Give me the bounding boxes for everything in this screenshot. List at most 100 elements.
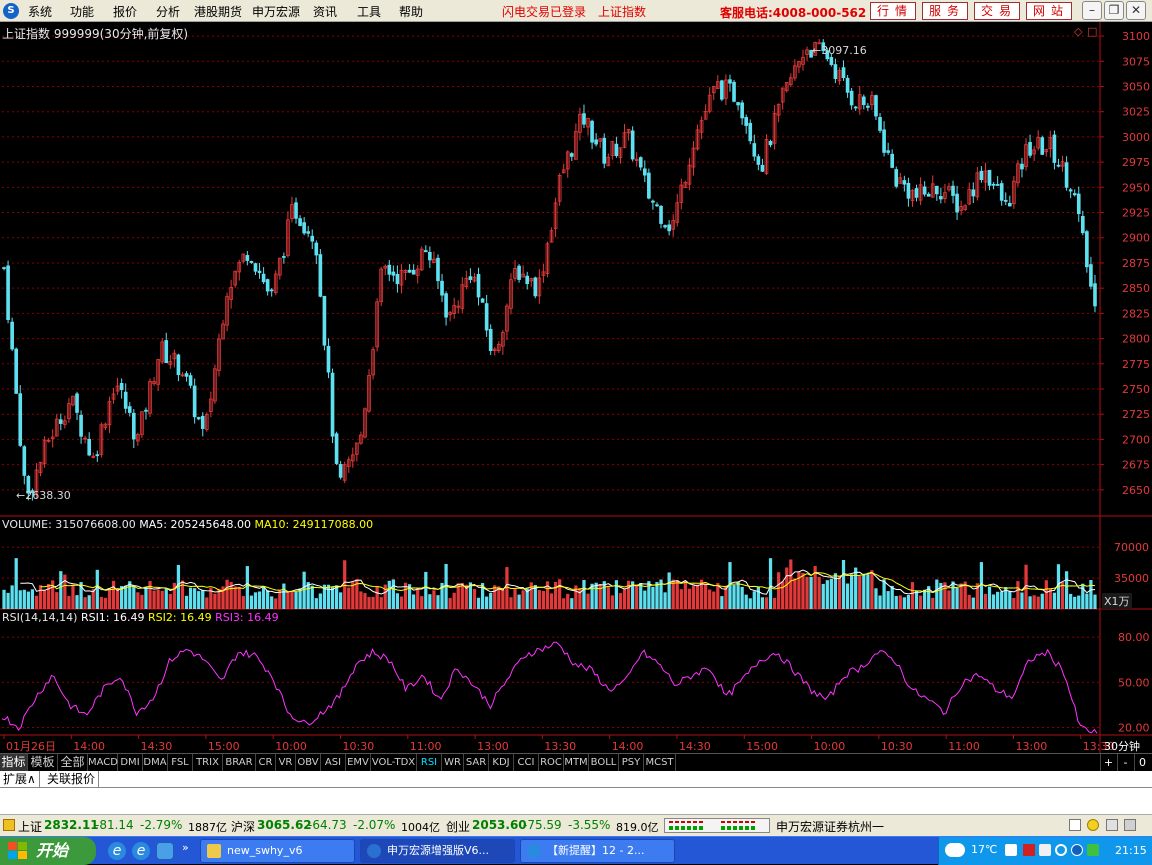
indicator-tab-all[interactable]: 全部 (58, 754, 88, 771)
volume-bar (1093, 594, 1097, 609)
smile-icon[interactable] (1087, 819, 1099, 831)
folder-icon (207, 844, 221, 858)
volume-bar (870, 570, 874, 609)
price-candle-body (630, 130, 635, 160)
tray-app-icon[interactable] (1005, 844, 1017, 856)
diamond-icon[interactable]: ◇ (1074, 25, 1082, 38)
volume-icon[interactable] (1087, 844, 1099, 856)
indicator-tab-mtm[interactable]: MTM (564, 754, 589, 771)
indicator-tab-emv[interactable]: EMV (346, 754, 371, 771)
flash-trade-notice[interactable]: 闪电交易已登录 (502, 3, 586, 20)
volume-bar (1077, 595, 1081, 609)
signal-icon[interactable] (1106, 819, 1118, 831)
volume-bar (910, 582, 915, 609)
indicator-tab-asi[interactable]: ASI (321, 754, 346, 771)
rsi-tick-label: 50.00 (1118, 676, 1150, 689)
price-candle-body (582, 113, 586, 125)
menu-swhy[interactable]: 申万宏源 (252, 3, 300, 20)
trade-button[interactable]: 交易 (974, 2, 1020, 20)
indicator-tab-sar[interactable]: SAR (464, 754, 489, 771)
related-quote-tab[interactable]: 关联报价 (44, 771, 100, 788)
quote-button[interactable]: 行情 (870, 2, 916, 20)
weather-temp[interactable]: 17℃ (971, 843, 997, 856)
menu-info[interactable]: 资讯 (313, 3, 337, 20)
index-cy-name[interactable]: 创业 (446, 818, 470, 835)
app-logo-icon[interactable]: S (3, 3, 19, 19)
indicator-tab-cci[interactable]: CCI (514, 754, 539, 771)
ie-alt-icon[interactable]: e (132, 842, 150, 860)
period-label[interactable]: 30分钟 (1104, 738, 1140, 754)
indicator-tab-dma[interactable]: DMA (143, 754, 168, 771)
chart-area[interactable]: 3100 3075 3050 3025 3000 2975 2950 2925 2900 2875… (0, 22, 1152, 753)
indicator-tab-boll[interactable]: BOLL (589, 754, 619, 771)
menu-analysis[interactable]: 分析 (156, 3, 180, 20)
restore-button[interactable]: ❐ (1104, 1, 1124, 20)
volume-bar (115, 588, 120, 609)
index-hs-name[interactable]: 沪深 (231, 818, 255, 835)
price-candle-body (841, 67, 846, 79)
price-tick-label: 2725 (1122, 408, 1150, 421)
website-button[interactable]: 网站 (1026, 2, 1072, 20)
antivirus-icon[interactable] (1023, 844, 1035, 856)
menu-system[interactable]: 系统 (28, 3, 52, 20)
shield-icon[interactable] (1055, 844, 1067, 856)
task-swhy-app[interactable]: 申万宏源增强版V6... (360, 839, 515, 863)
extend-toggle[interactable]: 扩展∧ (0, 771, 40, 788)
reset-button[interactable]: 0 (1134, 754, 1150, 771)
indicator-tab-roc[interactable]: ROC (539, 754, 564, 771)
chat-icon[interactable] (1039, 844, 1051, 856)
indicator-tab-fsl[interactable]: FSL (168, 754, 193, 771)
indicator-tab-wr[interactable]: WR (442, 754, 464, 771)
menu-hk-futures[interactable]: 港股期货 (194, 3, 242, 20)
price-candle-body (845, 77, 850, 93)
zoom-out-button[interactable]: - (1117, 754, 1133, 771)
indicator-tab-psy[interactable]: PSY (619, 754, 644, 771)
minimize-button[interactable]: – (1082, 1, 1102, 20)
chart-canvas[interactable]: 3100 3075 3050 3025 3000 2975 2950 2925 2900 2875… (0, 22, 1152, 753)
indicator-tab-brar[interactable]: BRAR (223, 754, 256, 771)
price-tick-label: 3025 (1122, 106, 1150, 119)
indicator-tab-obv[interactable]: OBV (296, 754, 321, 771)
price-candle-body (338, 464, 343, 478)
volume-bar (237, 586, 241, 609)
start-button[interactable]: 开始 (0, 837, 96, 865)
indicator-tab-vr[interactable]: VR (276, 754, 296, 771)
volume-bar (99, 596, 103, 609)
volume-bar (343, 560, 347, 609)
quicklaunch-more-icon[interactable]: » (182, 841, 189, 854)
ie-icon[interactable]: e (108, 842, 126, 860)
indicator-tab-cr[interactable]: CR (256, 754, 276, 771)
indicator-tab-mcst[interactable]: MCST (644, 754, 676, 771)
indicator-tab-trix[interactable]: TRIX (193, 754, 223, 771)
window-icon[interactable] (1069, 819, 1081, 831)
app-quicklaunch-icon[interactable] (156, 842, 174, 860)
indicator-tab-template[interactable]: 模板 (28, 754, 58, 771)
zoom-in-button[interactable]: + (1100, 754, 1116, 771)
market-breadth-indicator[interactable] (664, 818, 770, 833)
index-notice[interactable]: 上证指数 (598, 3, 646, 20)
volume-bar (594, 582, 598, 609)
task-new-swhy[interactable]: new_swhy_v6 (200, 839, 355, 863)
indicator-tab-kdj[interactable]: KDJ (489, 754, 514, 771)
task-new-swhy-label: new_swhy_v6 (227, 844, 303, 857)
indicator-tab-index[interactable]: 指标 (0, 754, 28, 771)
indicator-tab-macd[interactable]: MACD (88, 754, 118, 771)
price-candle-body (488, 328, 493, 351)
index-sh-name[interactable]: 上证 (18, 818, 42, 835)
square-icon[interactable]: □ (1087, 25, 1097, 38)
indicator-tab-rsi[interactable]: RSI (417, 754, 442, 771)
update-icon[interactable] (1071, 844, 1083, 856)
price-tick-label: 2900 (1122, 232, 1150, 245)
indicator-tab-vol-tdx[interactable]: VOL-TDX (371, 754, 417, 771)
menu-quote[interactable]: 报价 (113, 3, 137, 20)
menu-tools[interactable]: 工具 (357, 3, 381, 20)
task-reminder[interactable]: 【新提醒】12 - 2... (520, 839, 675, 863)
volume-bar (586, 593, 590, 609)
indicator-tab-dmi[interactable]: DMI (118, 754, 143, 771)
menu-function[interactable]: 功能 (70, 3, 94, 20)
clock[interactable]: 21:15 (1115, 844, 1147, 857)
lock-icon[interactable] (1124, 819, 1136, 831)
menu-help[interactable]: 帮助 (399, 3, 423, 20)
close-button[interactable]: ✕ (1126, 1, 1146, 20)
service-button[interactable]: 服务 (922, 2, 968, 20)
